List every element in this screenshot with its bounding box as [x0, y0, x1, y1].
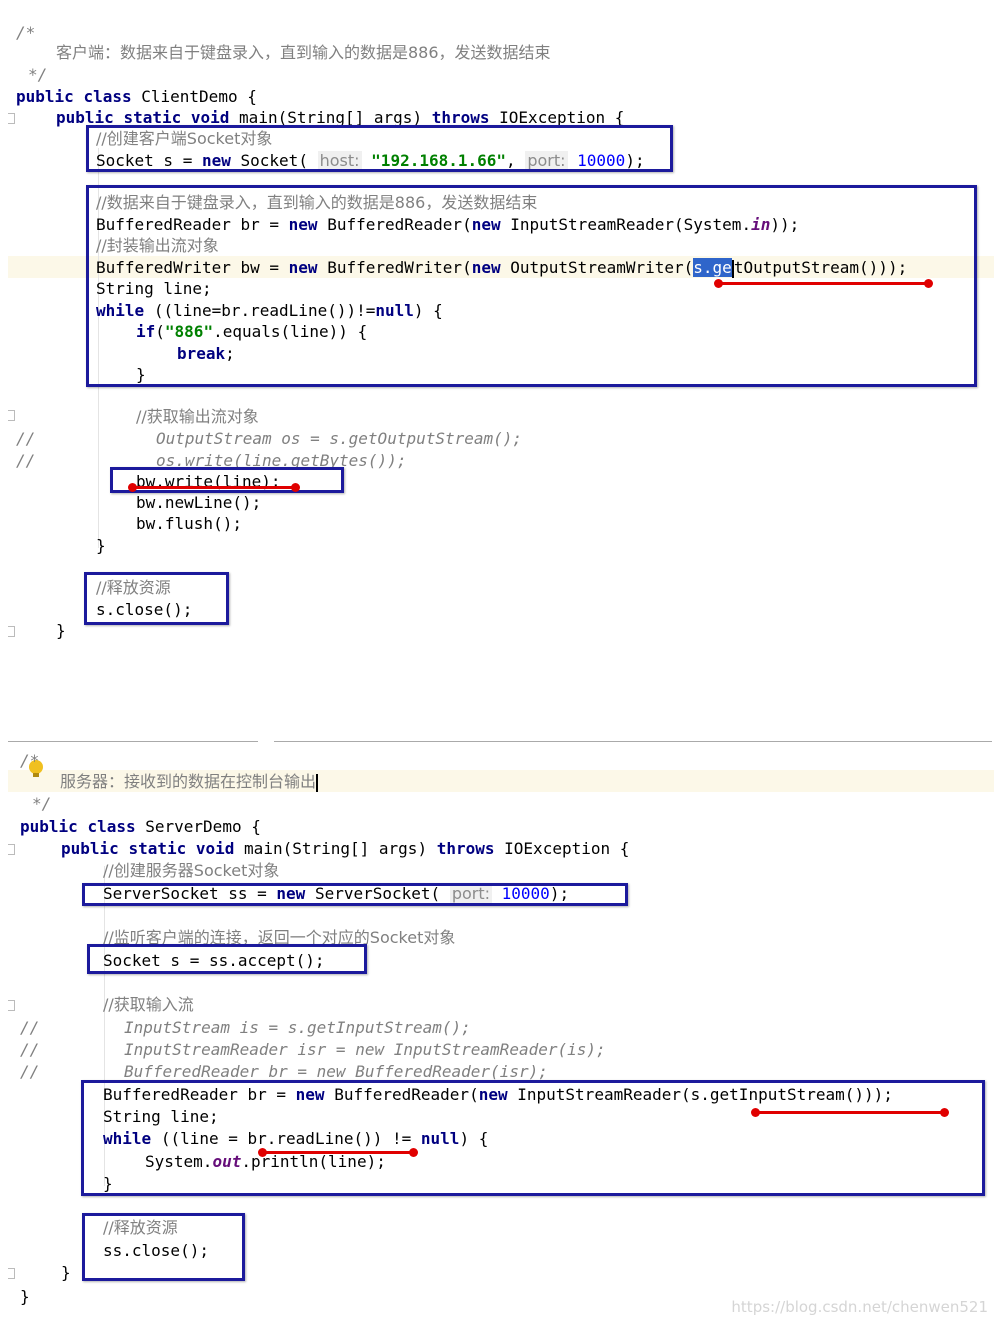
comment-get-input: //获取输入流	[103, 995, 194, 1014]
method-close-brace: }	[61, 1263, 71, 1282]
underline-get-input-stream	[756, 1111, 944, 1114]
annotation-box-server-socket	[82, 883, 628, 906]
annotation-box-close	[82, 1213, 245, 1281]
class-declaration: public class ClientDemo {	[16, 87, 257, 106]
annotation-box-read-loop	[81, 1080, 985, 1196]
panel-separator	[8, 741, 258, 742]
text-caret	[316, 773, 319, 792]
bw-newline-line: bw.newLine();	[136, 493, 262, 512]
line-comment-marker: //	[20, 1062, 40, 1081]
watermark: https://blog.csdn.net/chenwen521	[731, 1298, 988, 1316]
line-comment-marker: //	[20, 1040, 40, 1059]
main-method-declaration: public static void main(String[] args) t…	[61, 839, 630, 858]
commented-isr: InputStreamReader isr = new InputStreamR…	[124, 1040, 606, 1059]
comment-open: /*	[20, 751, 40, 770]
underline-get-output-stream	[719, 282, 929, 285]
fold-marker-icon[interactable]	[8, 113, 15, 124]
server-code-panel: /* 服务器：接收到的数据在控制台输出 */ public class Serv…	[8, 746, 994, 1322]
commented-br: BufferedReader br = new BufferedReader(i…	[124, 1062, 548, 1081]
while-close-brace: }	[96, 536, 106, 555]
annotation-box-close	[84, 572, 229, 625]
underline-dot	[291, 483, 300, 492]
class-close-brace: }	[20, 1287, 30, 1306]
class-declaration: public class ServerDemo {	[20, 817, 261, 836]
line-comment-marker: //	[16, 451, 36, 470]
method-close-brace: }	[56, 621, 66, 640]
bw-flush-line: bw.flush();	[136, 514, 242, 533]
commented-outputstream: OutputStream os = s.getOutputStream();	[156, 429, 523, 448]
underline-dot	[924, 279, 933, 288]
fold-marker-icon[interactable]	[8, 844, 15, 855]
comment-close: */	[32, 794, 52, 813]
comment-create-server-socket: //创建服务器Socket对象	[103, 861, 280, 880]
underline-dot	[714, 279, 723, 288]
annotation-box-write	[110, 467, 344, 493]
fold-marker-icon[interactable]	[8, 626, 15, 637]
annotation-box-socket	[86, 125, 673, 172]
underline-dot	[258, 1148, 267, 1157]
annotation-box-streams	[86, 185, 977, 387]
comment-open: /*	[16, 23, 36, 42]
panel-separator	[274, 741, 992, 742]
class-doc-comment: 服务器：接收到的数据在控制台输出	[60, 772, 319, 792]
line-comment-marker: //	[20, 1018, 40, 1037]
underline-dot	[128, 483, 137, 492]
fold-marker-icon[interactable]	[8, 1000, 15, 1011]
fold-marker-icon[interactable]	[8, 410, 15, 421]
underline-dot	[940, 1108, 949, 1117]
commented-inputstream: InputStream is = s.getInputStream();	[124, 1018, 471, 1037]
underline-readline	[263, 1151, 413, 1154]
fold-marker-icon[interactable]	[8, 1268, 15, 1279]
comment-close: */	[28, 65, 48, 84]
underline-dot	[751, 1108, 760, 1117]
class-doc-comment: 客户端：数据来自于键盘录入，直到输入的数据是886，发送数据结束	[56, 43, 551, 62]
underline-dot	[409, 1148, 418, 1157]
client-code-panel: /* 客户端：数据来自于键盘录入，直到输入的数据是886，发送数据结束 */ p…	[8, 18, 994, 640]
comment-get-output: //获取输出流对象	[136, 407, 259, 426]
line-comment-marker: //	[16, 429, 36, 448]
underline-bw-write	[132, 486, 295, 489]
annotation-box-accept	[87, 944, 367, 974]
